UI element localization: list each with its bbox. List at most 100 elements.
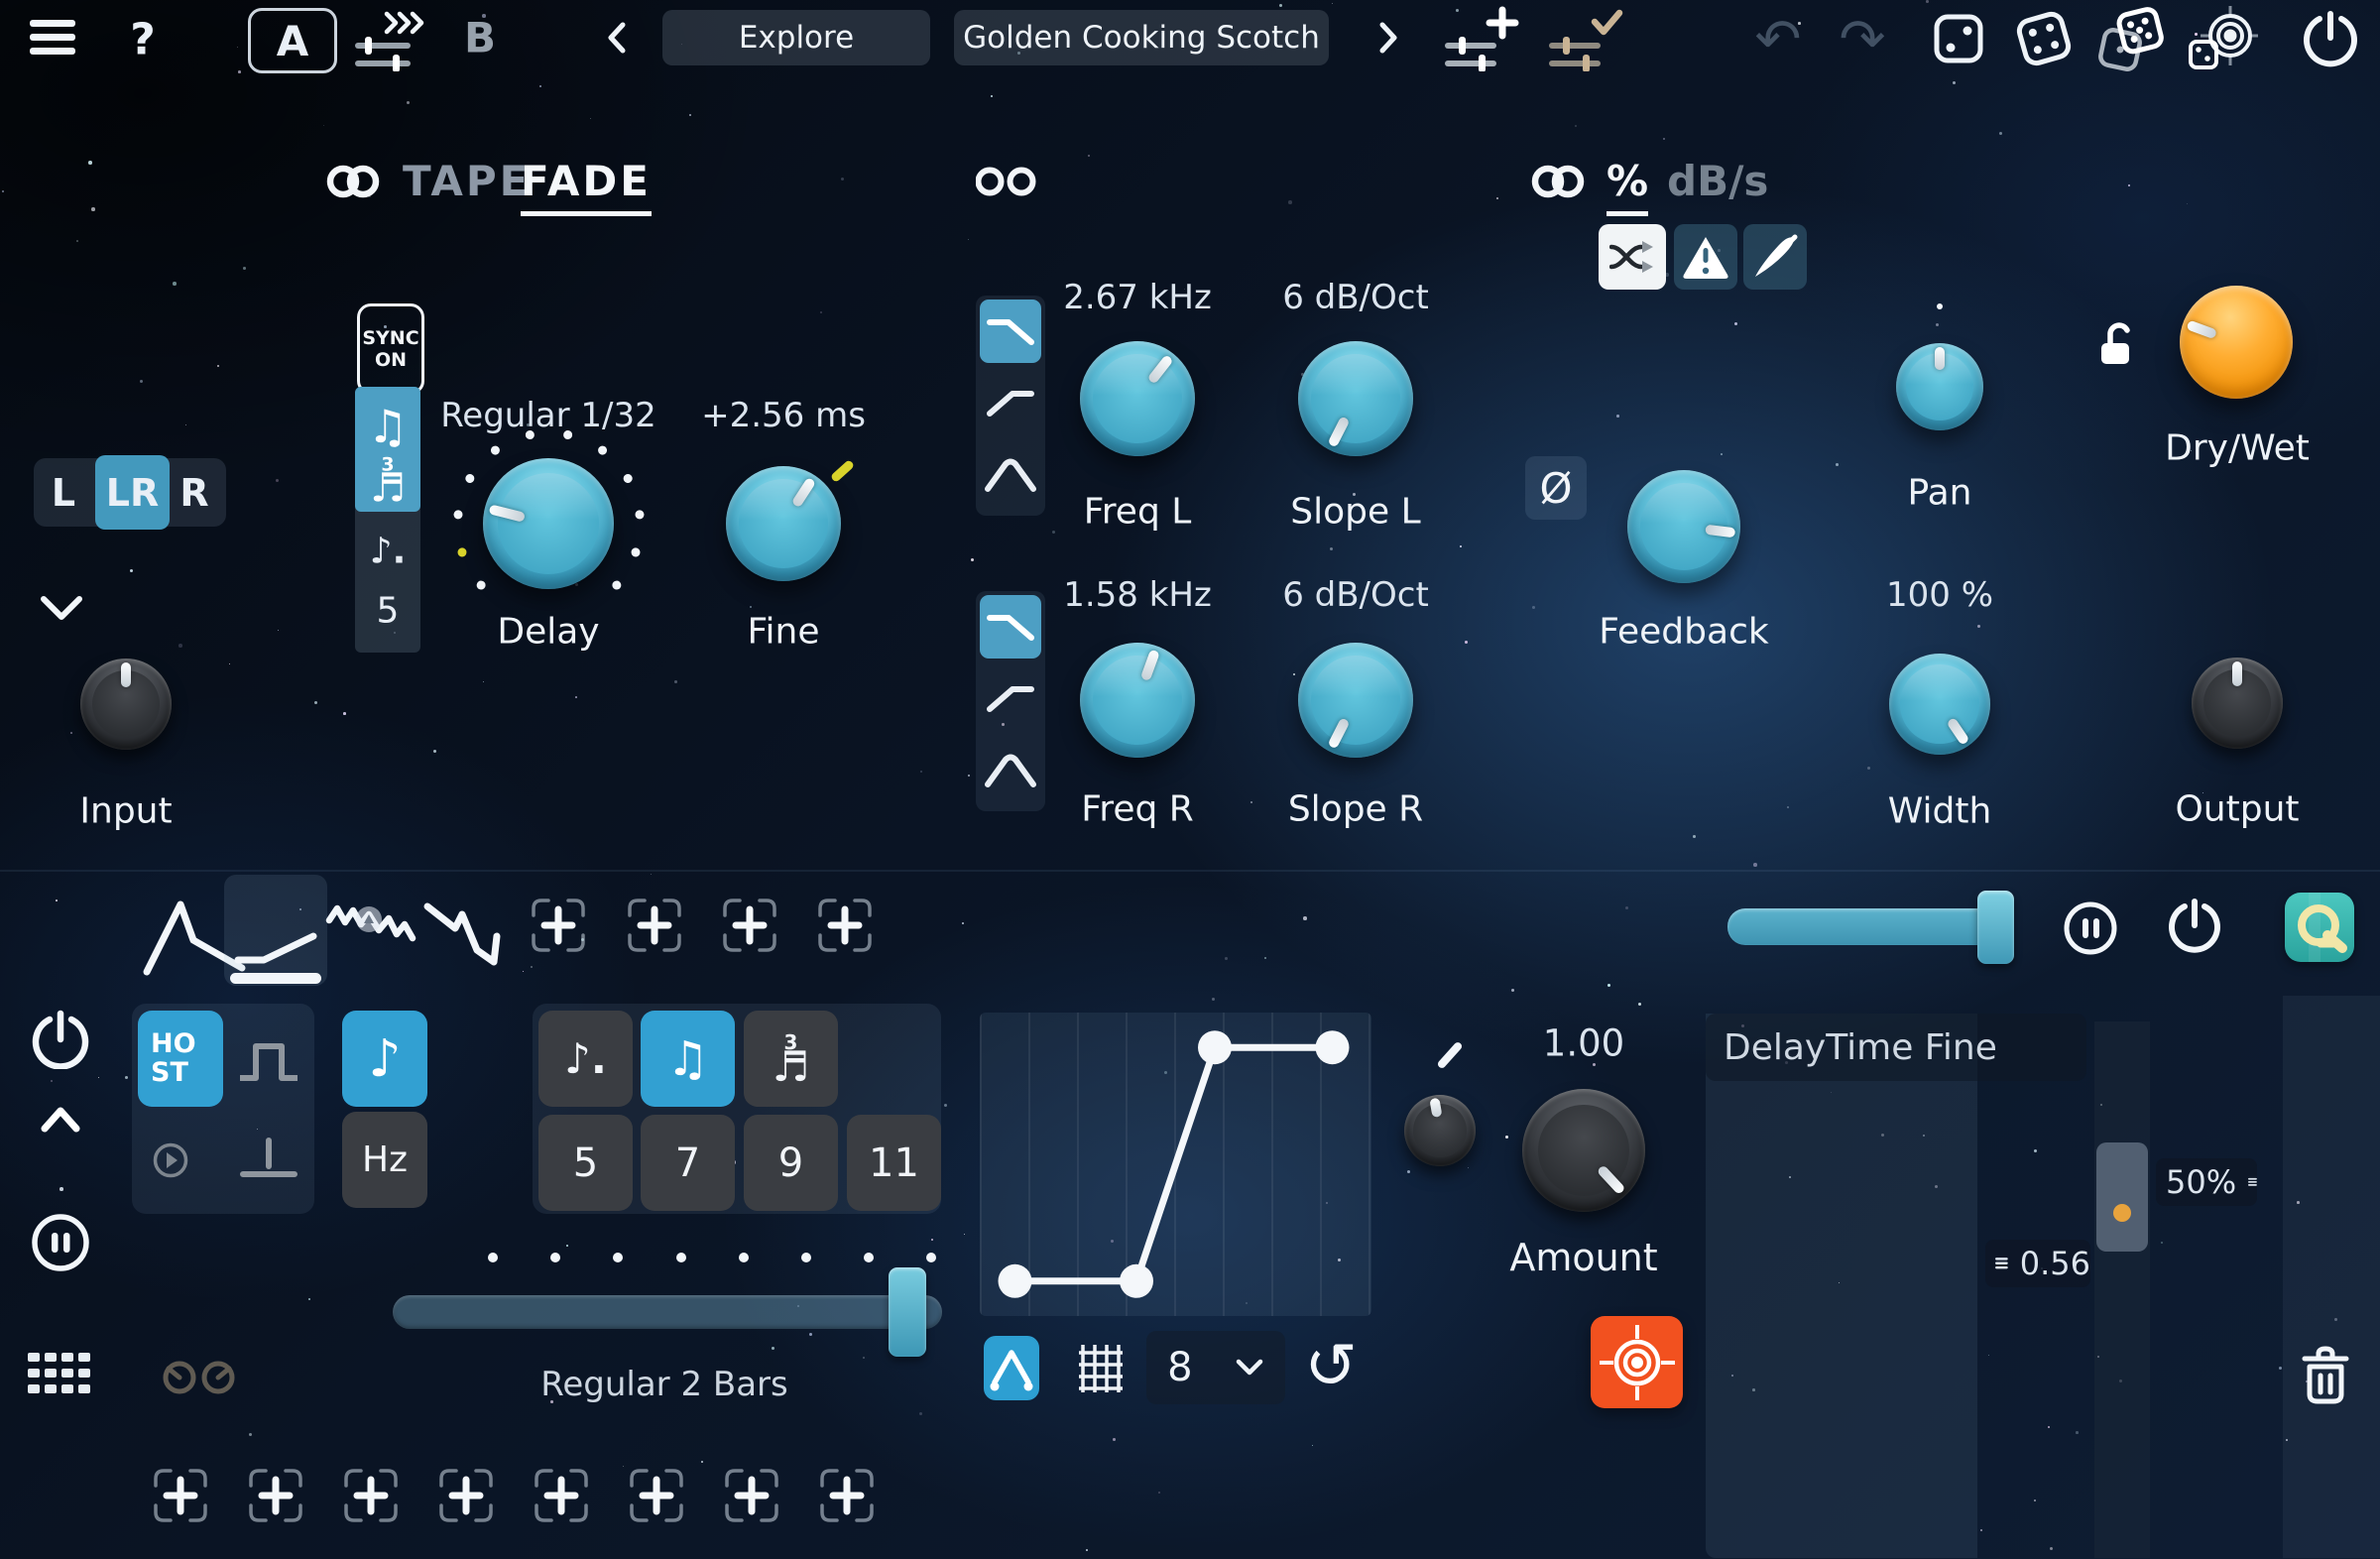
filter-l-lowpass-button[interactable] bbox=[980, 300, 1041, 363]
add-modulator-button[interactable] bbox=[721, 897, 778, 954]
delay-mode-fade-tab[interactable]: FADE bbox=[521, 157, 652, 216]
filter-l-bandpass-button[interactable] bbox=[980, 444, 1041, 508]
shape-noise-tab[interactable] bbox=[325, 893, 416, 952]
shape-zigzag-tab[interactable] bbox=[421, 891, 503, 968]
prev-preset-button[interactable] bbox=[603, 20, 631, 56]
steps-dropdown[interactable]: 8 bbox=[1146, 1331, 1285, 1404]
fine-knob[interactable] bbox=[726, 466, 841, 581]
delete-slot-button[interactable] bbox=[2299, 1345, 2352, 1406]
add-modulator-button[interactable] bbox=[628, 1467, 685, 1524]
input-knob[interactable] bbox=[80, 659, 172, 750]
add-modulator-button[interactable] bbox=[818, 1467, 876, 1524]
mod-depth-knob[interactable] bbox=[1404, 1095, 1476, 1166]
filter-l-highpass-button[interactable] bbox=[980, 371, 1041, 434]
freq-r-knob[interactable] bbox=[1080, 643, 1195, 758]
delay-mode-tape-tab[interactable]: TAPE bbox=[403, 157, 531, 205]
pan-knob[interactable] bbox=[1896, 343, 1983, 430]
output-knob[interactable] bbox=[2192, 658, 2283, 749]
add-modulator-button[interactable] bbox=[342, 1467, 400, 1524]
drywet-knob[interactable] bbox=[2180, 286, 2293, 399]
add-modulator-button[interactable] bbox=[816, 897, 874, 954]
rate-slider-track[interactable] bbox=[393, 1295, 942, 1329]
macro-left-tag[interactable]: 0.56 bbox=[1985, 1240, 2090, 1287]
companion-app-button[interactable] bbox=[2285, 893, 2354, 962]
envelope-editor[interactable] bbox=[980, 1013, 1371, 1316]
add-modulator-button[interactable] bbox=[533, 1467, 590, 1524]
rate-slider-handle[interactable] bbox=[889, 1267, 926, 1357]
loop-mode-button[interactable]: ↺ bbox=[1304, 1330, 1358, 1403]
note-regular-button[interactable]: ♫ bbox=[367, 400, 408, 453]
slope-l-knob[interactable] bbox=[1298, 341, 1413, 456]
grid-snap-button[interactable] bbox=[1077, 1343, 1129, 1394]
randomize-b-button[interactable] bbox=[2013, 8, 2075, 69]
feedback-knob[interactable] bbox=[1627, 470, 1740, 583]
add-modulator-button[interactable] bbox=[152, 1467, 209, 1524]
mod-amount-column[interactable] bbox=[2094, 1021, 2150, 1558]
undo-button[interactable]: ↶ bbox=[1755, 8, 1802, 72]
help-button[interactable]: ? bbox=[130, 15, 156, 65]
amount-knob[interactable] bbox=[1522, 1089, 1645, 1212]
grid-div-7-button[interactable]: 7 bbox=[641, 1115, 735, 1211]
mod-master-slider-track[interactable] bbox=[1727, 908, 2011, 945]
mod-list-button[interactable] bbox=[28, 1353, 91, 1396]
grid-regular-button[interactable]: ♫ bbox=[641, 1011, 735, 1107]
preset-name-button[interactable]: Golden Cooking Scotch bbox=[954, 10, 1329, 65]
feedback-unit-percent-tab[interactable]: % bbox=[1606, 157, 1648, 216]
mod-global-power-button[interactable] bbox=[2168, 898, 2221, 955]
add-modulator-button[interactable] bbox=[626, 897, 683, 954]
randomize-all-button[interactable] bbox=[2094, 4, 2168, 73]
delay-link-channels-toggle[interactable] bbox=[325, 159, 381, 204]
macro-right-tag[interactable]: 50% bbox=[2156, 1158, 2257, 1206]
add-modulator-button[interactable] bbox=[530, 897, 587, 954]
filter-r-highpass-button[interactable] bbox=[980, 666, 1041, 730]
width-knob[interactable] bbox=[1889, 654, 1990, 755]
mod-amount-handle[interactable] bbox=[2096, 1142, 2148, 1252]
add-modulator-button[interactable] bbox=[437, 1467, 495, 1524]
mod-target-button[interactable] bbox=[1591, 1316, 1683, 1408]
next-preset-button[interactable] bbox=[1374, 20, 1402, 56]
copy-a-to-b-button[interactable] bbox=[353, 10, 424, 71]
mod-collapse-button[interactable] bbox=[38, 593, 85, 623]
slope-r-knob[interactable] bbox=[1298, 643, 1413, 758]
channel-l-button[interactable]: L bbox=[52, 471, 75, 515]
host-sync-button[interactable]: HOST bbox=[138, 1011, 223, 1107]
rate-hz-button[interactable]: Hz bbox=[342, 1112, 427, 1208]
shape-ramp-tab-selected[interactable] bbox=[224, 875, 327, 986]
ground-mode-button[interactable] bbox=[232, 1127, 305, 1190]
grid-div-5-button[interactable]: 5 bbox=[538, 1115, 633, 1211]
sync-toggle[interactable]: SYNC ON bbox=[357, 303, 424, 395]
save-preset-as-new-button[interactable] bbox=[1443, 6, 1522, 71]
mod-global-pause-button[interactable] bbox=[2062, 899, 2119, 957]
feedback-link-channels-toggle[interactable] bbox=[1530, 159, 1586, 204]
ab-slot-b-button[interactable]: B bbox=[464, 14, 496, 62]
grid-div-9-button[interactable]: 9 bbox=[744, 1115, 838, 1211]
mod-slot-title-bar[interactable]: DelayTime Fine bbox=[1706, 1014, 2086, 1081]
feedback-knife-button[interactable] bbox=[1743, 224, 1807, 290]
note-quintuplet-button[interactable]: 5 bbox=[377, 591, 400, 632]
mod-direction-up-button[interactable] bbox=[40, 1103, 81, 1176]
channel-lr-button[interactable]: LR bbox=[95, 455, 170, 530]
redo-button[interactable]: ↷ bbox=[1840, 8, 1886, 72]
channel-r-button[interactable]: R bbox=[179, 471, 208, 515]
randomize-a-button[interactable] bbox=[1932, 12, 1987, 67]
randomize-target-button[interactable] bbox=[2187, 4, 2258, 73]
grid-dotted-button[interactable]: ♪. bbox=[538, 1011, 633, 1107]
filter-r-bandpass-button[interactable] bbox=[980, 740, 1041, 803]
menu-button[interactable] bbox=[28, 18, 79, 58]
grid-div-11-button[interactable]: 11 bbox=[847, 1115, 941, 1211]
retrigger-play-button[interactable] bbox=[151, 1140, 190, 1180]
mod-power-button[interactable] bbox=[32, 1010, 89, 1069]
note-triplet-button[interactable]: 3 ♬ bbox=[370, 457, 406, 504]
bypass-button[interactable] bbox=[2303, 10, 2358, 67]
filter-link-channels-toggle[interactable] bbox=[976, 160, 1041, 203]
note-dotted-button[interactable]: ♪. bbox=[370, 532, 407, 572]
drywet-lock-button[interactable] bbox=[2098, 319, 2138, 367]
mod-pause-button[interactable] bbox=[30, 1212, 91, 1273]
pulse-mode-button[interactable] bbox=[229, 1011, 308, 1107]
envelope-tool-button[interactable] bbox=[984, 1336, 1039, 1400]
delay-knob[interactable] bbox=[483, 458, 614, 589]
filter-r-lowpass-button[interactable] bbox=[980, 595, 1041, 659]
mod-master-slider-handle[interactable] bbox=[1977, 891, 2014, 964]
add-modulator-button[interactable] bbox=[247, 1467, 304, 1524]
phase-invert-button[interactable]: Ø bbox=[1525, 456, 1587, 520]
